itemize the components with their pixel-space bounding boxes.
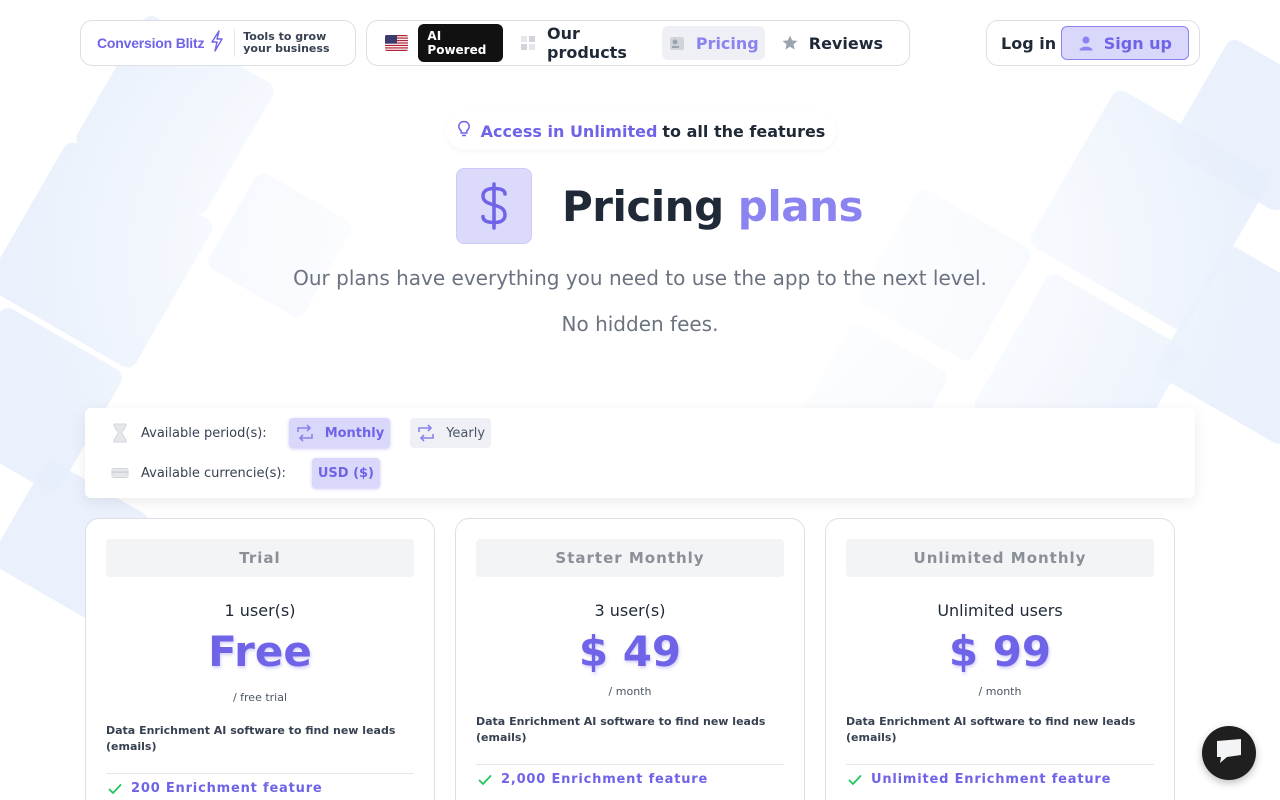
announce-highlight: Access in Unlimited bbox=[480, 121, 658, 141]
plan-card-trial: Trial 1 user(s) Free / free trial Data E… bbox=[85, 518, 435, 800]
auth-pill: Log in Sign up bbox=[986, 20, 1200, 66]
plan-divider bbox=[106, 773, 414, 774]
check-icon bbox=[848, 774, 862, 786]
plan-period: / month bbox=[978, 685, 1022, 698]
chat-widget-button[interactable] bbox=[1202, 726, 1256, 780]
repeat-icon bbox=[416, 424, 436, 442]
page-title: Pricing plans bbox=[456, 168, 863, 244]
plan-divider bbox=[476, 764, 784, 765]
products-icon bbox=[519, 34, 537, 52]
plan-feature: 2,000 Enrichment feature bbox=[478, 772, 708, 787]
period-option-monthly[interactable]: Monthly bbox=[288, 418, 391, 448]
period-filter-row: Available period(s): Monthly Yearly bbox=[111, 418, 492, 448]
repeat-icon bbox=[295, 424, 315, 442]
plan-card-starter-monthly: Starter Monthly 3 user(s) $ 49 / month D… bbox=[455, 518, 805, 800]
nav-item-pricing[interactable]: Pricing bbox=[661, 26, 765, 60]
hourglass-icon bbox=[111, 423, 129, 443]
plan-filters: Available period(s): Monthly Yearly Avai… bbox=[85, 408, 1195, 498]
nav-item-products[interactable]: Our products bbox=[513, 24, 652, 62]
announce-text: to all the features bbox=[662, 121, 826, 141]
plan-price: Free bbox=[208, 627, 312, 676]
brand-logo: Conversion Blitz bbox=[97, 35, 205, 51]
plan-feature: Unlimited Enrichment feature bbox=[848, 772, 1111, 787]
period-option-yearly[interactable]: Yearly bbox=[410, 418, 492, 448]
period-option-label: Monthly bbox=[324, 425, 385, 441]
plan-price: $ 49 bbox=[578, 627, 682, 676]
plan-divider bbox=[846, 764, 1154, 765]
plan-description: Data Enrichment AI software to find new … bbox=[846, 715, 1136, 744]
period-option-label: Yearly bbox=[446, 425, 486, 441]
plan-card-unlimited-monthly: Unlimited Monthly Unlimited users $ 99 /… bbox=[825, 518, 1175, 800]
announcement-bar: Access in Unlimited to all the features bbox=[446, 112, 836, 150]
subtitle: Our plans have everything you need to us… bbox=[293, 266, 987, 290]
plan-feature: 200 Enrichment feature bbox=[108, 781, 323, 796]
check-icon bbox=[108, 783, 122, 795]
plan-description: Data Enrichment AI software to find new … bbox=[476, 715, 766, 744]
plan-feature-label: 200 Enrichment feature bbox=[131, 781, 323, 796]
pricing-icon bbox=[668, 34, 686, 52]
plan-name: Starter Monthly bbox=[476, 539, 784, 577]
plan-period: / month bbox=[608, 685, 652, 698]
us-flag-icon[interactable] bbox=[385, 35, 409, 51]
ai-powered-badge: AI Powered bbox=[418, 24, 504, 62]
signup-button[interactable]: Sign up bbox=[1060, 26, 1189, 60]
dollar-icon bbox=[456, 168, 532, 244]
plan-feature-label: 2,000 Enrichment feature bbox=[501, 772, 709, 787]
main-nav: AI Powered Our products Pricing Reviews bbox=[366, 20, 910, 66]
plan-description: Data Enrichment AI software to find new … bbox=[106, 724, 396, 753]
currency-option-usd[interactable]: USD ($) bbox=[311, 458, 380, 488]
title-main: Pricing bbox=[562, 181, 724, 231]
nav-item-label: Reviews bbox=[808, 33, 883, 53]
star-icon bbox=[781, 34, 799, 52]
plan-period: / free trial bbox=[232, 691, 288, 704]
currency-label: Available currencie(s): bbox=[141, 465, 286, 481]
user-icon bbox=[1078, 35, 1094, 51]
period-label: Available period(s): bbox=[141, 425, 267, 441]
brand-tagline: Tools to grow your business bbox=[243, 30, 330, 55]
cash-icon bbox=[111, 465, 129, 481]
plan-name: Trial bbox=[106, 539, 414, 577]
title-accent: plans bbox=[737, 181, 864, 231]
plan-users: 1 user(s) bbox=[224, 601, 296, 620]
plan-price: $ 99 bbox=[948, 627, 1052, 676]
brand-divider bbox=[234, 29, 236, 57]
brand-pill[interactable]: Conversion Blitz Tools to grow your busi… bbox=[80, 20, 356, 66]
plan-feature-label: Unlimited Enrichment feature bbox=[871, 772, 1112, 787]
signup-label: Sign up bbox=[1103, 33, 1172, 53]
lightbulb-icon bbox=[457, 120, 471, 142]
login-link[interactable]: Log in bbox=[1001, 34, 1056, 53]
nav-item-label: Our products bbox=[547, 24, 627, 62]
currency-filter-row: Available currencie(s): USD ($) bbox=[111, 458, 380, 488]
plan-users: Unlimited users bbox=[937, 601, 1063, 620]
chat-bubble-icon bbox=[1215, 738, 1243, 768]
currency-option-label: USD ($) bbox=[317, 465, 374, 481]
check-icon bbox=[478, 774, 492, 786]
lightning-icon bbox=[210, 30, 224, 56]
nav-item-label: Pricing bbox=[695, 33, 759, 53]
plan-users: 3 user(s) bbox=[594, 601, 666, 620]
nav-item-reviews[interactable]: Reviews bbox=[775, 26, 889, 60]
plan-name: Unlimited Monthly bbox=[846, 539, 1154, 577]
subtitle-secondary: No hidden fees. bbox=[561, 312, 719, 336]
